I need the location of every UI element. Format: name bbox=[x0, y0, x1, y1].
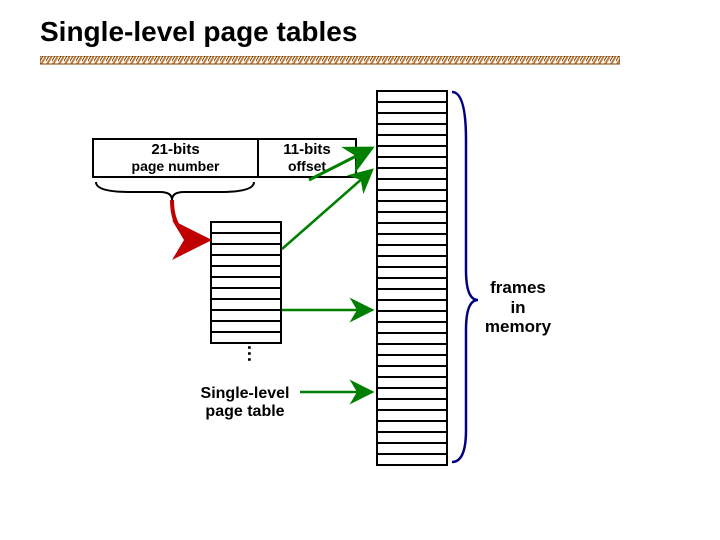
memory-row bbox=[378, 213, 446, 224]
page-number-label: page number bbox=[98, 159, 253, 174]
page-table-label-line1: Single-level bbox=[201, 385, 290, 402]
memory-row bbox=[378, 312, 446, 323]
offset-label: offset bbox=[263, 159, 351, 174]
memory-label-line2: in bbox=[510, 298, 525, 317]
memory-row bbox=[378, 378, 446, 389]
slide-title: Single-level page tables bbox=[40, 16, 357, 48]
page-table-row bbox=[212, 267, 280, 278]
memory-label-line1: frames bbox=[490, 278, 546, 297]
memory-row bbox=[378, 290, 446, 301]
memory-label-line3: memory bbox=[485, 317, 551, 336]
page-table-label-line2: page table bbox=[205, 403, 284, 420]
memory-row bbox=[378, 191, 446, 202]
page-table-row bbox=[212, 234, 280, 245]
memory-row bbox=[378, 367, 446, 378]
memory-row bbox=[378, 400, 446, 411]
memory-row bbox=[378, 301, 446, 312]
memory-row bbox=[378, 136, 446, 147]
memory-row bbox=[378, 125, 446, 136]
page-table-row bbox=[212, 311, 280, 322]
virtual-address-box: 21-bits page number 11-bits offset bbox=[92, 138, 357, 178]
memory-row bbox=[378, 268, 446, 279]
offset-bits-label: 11-bits bbox=[263, 142, 351, 159]
memory-row bbox=[378, 279, 446, 290]
page-table-row bbox=[212, 289, 280, 300]
memory-row bbox=[378, 389, 446, 400]
page-table-row bbox=[212, 300, 280, 311]
memory-row bbox=[378, 411, 446, 422]
page-table-row bbox=[212, 256, 280, 267]
memory-row bbox=[378, 422, 446, 433]
memory-row bbox=[378, 147, 446, 158]
page-table-row bbox=[212, 322, 280, 333]
memory-row bbox=[378, 103, 446, 114]
memory-row bbox=[378, 334, 446, 345]
memory-frames bbox=[376, 90, 448, 466]
memory-row bbox=[378, 257, 446, 268]
memory-row bbox=[378, 169, 446, 180]
memory-row bbox=[378, 180, 446, 191]
memory-row bbox=[378, 444, 446, 455]
translate-arrow bbox=[282, 170, 372, 249]
page-bits-label: 21-bits bbox=[98, 142, 253, 159]
page-number-brace bbox=[96, 182, 254, 200]
memory-brace bbox=[452, 92, 478, 462]
page-table-row bbox=[212, 223, 280, 234]
memory-row bbox=[378, 235, 446, 246]
memory-label: frames in memory bbox=[478, 278, 558, 337]
memory-row bbox=[378, 92, 446, 103]
memory-row bbox=[378, 356, 446, 367]
memory-row bbox=[378, 433, 446, 444]
memory-row bbox=[378, 323, 446, 334]
memory-row bbox=[378, 114, 446, 125]
page-number-cell: 21-bits page number bbox=[94, 140, 259, 176]
page-table-row bbox=[212, 245, 280, 256]
memory-row bbox=[378, 202, 446, 213]
memory-row bbox=[378, 246, 446, 257]
lookup-arrow bbox=[172, 200, 208, 240]
offset-cell: 11-bits offset bbox=[259, 140, 355, 176]
memory-row bbox=[378, 455, 446, 466]
page-table-ellipsis: ··· bbox=[240, 345, 258, 363]
page-table-label: Single-level page table bbox=[180, 385, 310, 420]
page-table-row bbox=[212, 278, 280, 289]
title-divider bbox=[40, 56, 620, 66]
memory-row bbox=[378, 345, 446, 356]
page-table-row bbox=[212, 333, 280, 344]
memory-row bbox=[378, 224, 446, 235]
page-table bbox=[210, 221, 282, 344]
arrows-overlay bbox=[0, 0, 720, 540]
memory-row bbox=[378, 158, 446, 169]
